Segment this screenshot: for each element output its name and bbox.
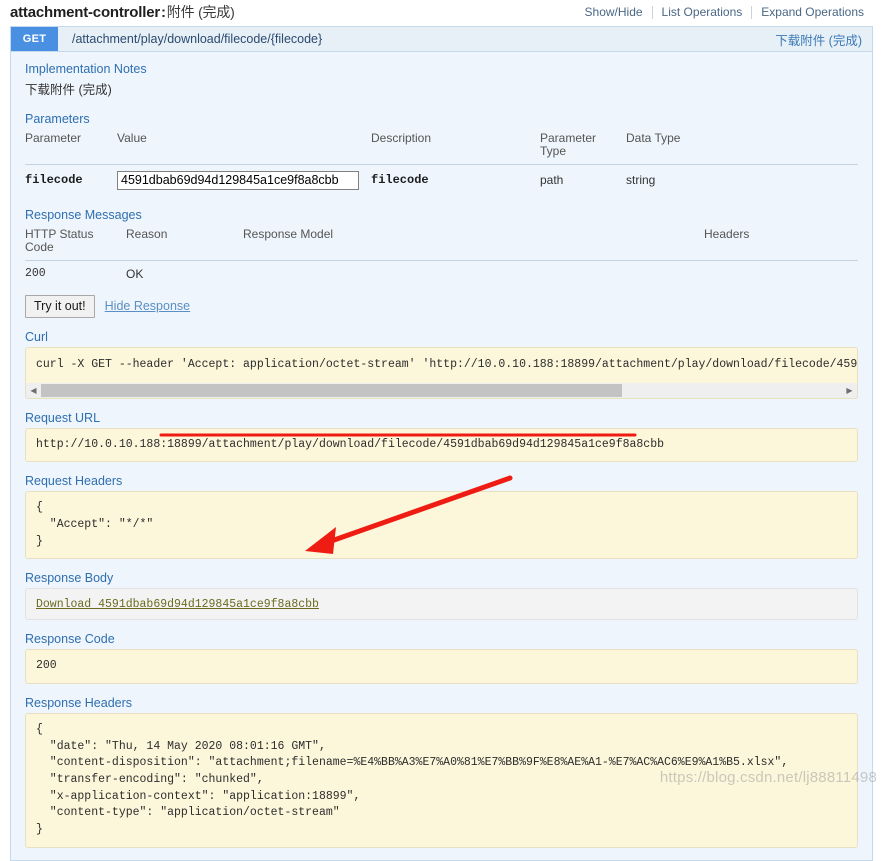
response-messages-header-row: HTTP Status Code Reason Response Model H… bbox=[25, 224, 858, 261]
curl-horizontal-scrollbar[interactable]: ◀ ▶ bbox=[25, 383, 858, 400]
parameters-table: Parameter Value Description Parameter Typ… bbox=[25, 129, 858, 196]
response-body-heading: Response Body bbox=[25, 571, 114, 586]
param-value-input[interactable] bbox=[117, 170, 359, 190]
sandbox-controls: Try it out! Hide Response bbox=[25, 294, 858, 318]
col-header-parameter-type-line2: Type bbox=[540, 144, 567, 159]
request-headers-value: { "Accept": "*/*" } bbox=[25, 491, 858, 560]
response-model bbox=[243, 260, 704, 287]
response-reason: OK bbox=[126, 266, 144, 281]
operation-panel: GET /attachment/play/download/filecode/{… bbox=[10, 26, 873, 861]
controller-name: attachment-controller bbox=[10, 4, 160, 21]
expand-operations-link[interactable]: Expand Operations bbox=[752, 5, 873, 19]
parameters-heading: Parameters bbox=[25, 112, 90, 126]
col-header-parameter-type: Parameter Type bbox=[540, 129, 626, 165]
curl-command: curl -X GET --header 'Accept: applicatio… bbox=[25, 346, 858, 384]
col-header-headers: Headers bbox=[704, 224, 858, 261]
param-type: path bbox=[540, 173, 564, 188]
download-attachment-link[interactable]: Download 4591dbab69d94d129845a1ce9f8a8cb… bbox=[36, 598, 319, 611]
response-headers-cell bbox=[704, 260, 858, 287]
try-it-out-button[interactable]: Try it out! bbox=[25, 294, 95, 318]
resource-options: Show/Hide List Operations Expand Operati… bbox=[576, 5, 873, 19]
scroll-left-arrow-icon[interactable]: ◀ bbox=[26, 384, 41, 398]
response-code-value: 200 bbox=[25, 649, 858, 685]
col-header-parameter-type-line1: Parameter bbox=[540, 131, 597, 145]
response-messages-heading: Response Messages bbox=[25, 207, 142, 222]
col-header-data-type: Data Type bbox=[626, 129, 858, 165]
param-name: filecode bbox=[25, 173, 83, 188]
operation-path[interactable]: /attachment/play/download/filecode/{file… bbox=[58, 27, 322, 51]
table-row: 200 OK bbox=[25, 260, 858, 287]
http-method-badge: GET bbox=[11, 27, 58, 51]
request-url-value: http://10.0.10.188:18899/attachment/play… bbox=[25, 428, 858, 463]
col-header-response-model: Response Model bbox=[243, 224, 704, 261]
response-headers-heading: Response Headers bbox=[25, 696, 133, 711]
col-header-description: Description bbox=[371, 129, 540, 165]
col-header-value: Value bbox=[117, 129, 371, 165]
operation-content: Implementation Notes 下载附件 (完成) Parameter… bbox=[11, 52, 872, 860]
scrollbar-thumb[interactable] bbox=[41, 384, 622, 398]
request-url-heading: Request URL bbox=[25, 411, 101, 426]
hide-response-link[interactable]: Hide Response bbox=[105, 299, 190, 313]
controller-description: 附件 (完成) bbox=[166, 4, 235, 20]
list-operations-link[interactable]: List Operations bbox=[653, 5, 752, 19]
operation-heading[interactable]: GET /attachment/play/download/filecode/{… bbox=[11, 27, 872, 52]
show-hide-link[interactable]: Show/Hide bbox=[576, 5, 652, 19]
col-header-http-status-code: HTTP Status Code bbox=[25, 224, 126, 261]
resource-header: attachment-controller:附件 (完成) Show/Hide … bbox=[0, 0, 881, 24]
operation-summary: 下载附件 (完成) bbox=[775, 33, 862, 48]
table-row: filecode filecode path string bbox=[25, 164, 858, 196]
response-code-heading: Response Code bbox=[25, 632, 115, 647]
response-headers-value: { "date": "Thu, 14 May 2020 08:01:16 GMT… bbox=[25, 713, 858, 848]
curl-heading: Curl bbox=[25, 329, 48, 344]
response-messages-table: HTTP Status Code Reason Response Model H… bbox=[25, 224, 858, 287]
implementation-notes-heading: Implementation Notes bbox=[25, 62, 147, 76]
scroll-right-arrow-icon[interactable]: ▶ bbox=[842, 384, 857, 398]
implementation-notes-text: 下载附件 (完成) bbox=[25, 83, 112, 97]
response-status-code: 200 bbox=[25, 267, 46, 281]
param-value-cell bbox=[117, 164, 371, 196]
param-data-type: string bbox=[626, 173, 656, 188]
request-headers-heading: Request Headers bbox=[25, 474, 123, 489]
resource-title: attachment-controller:附件 (完成) bbox=[10, 2, 235, 22]
parameters-header-row: Parameter Value Description Parameter Typ… bbox=[25, 129, 858, 165]
col-header-parameter: Parameter bbox=[25, 129, 117, 165]
title-separator: : bbox=[161, 4, 166, 21]
param-description: filecode bbox=[371, 173, 429, 188]
scrollbar-track[interactable] bbox=[41, 384, 842, 398]
response-body-value: Download 4591dbab69d94d129845a1ce9f8a8cb… bbox=[25, 588, 858, 621]
col-header-reason: Reason bbox=[126, 224, 243, 261]
